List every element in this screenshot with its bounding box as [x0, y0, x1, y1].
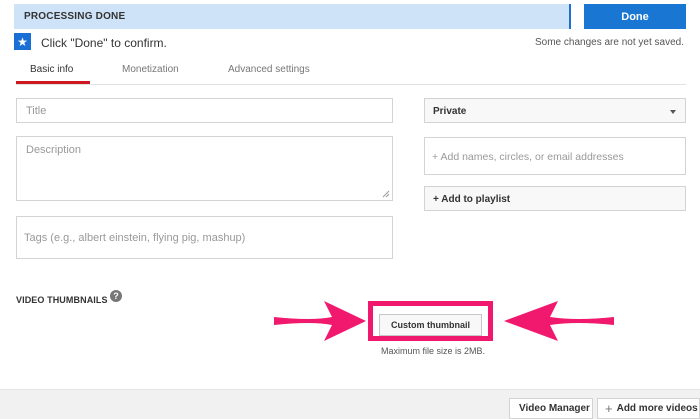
tab-advanced-settings[interactable]: Advanced settings [228, 64, 310, 75]
video-manager-button[interactable]: Video Manager [509, 398, 593, 419]
share-placeholder: + Add names, circles, or email addresses [432, 151, 624, 163]
resize-handle-icon[interactable] [382, 190, 390, 198]
description-placeholder: Description [26, 144, 82, 156]
arrow-right-icon [274, 301, 366, 341]
processing-status-text: PROCESSING DONE [24, 11, 126, 22]
plus-icon: + [605, 401, 613, 416]
star-icon: ★ [14, 33, 31, 50]
help-icon[interactable]: ? [110, 290, 122, 302]
max-file-size-note: Maximum file size is 2MB. [381, 346, 486, 356]
tags-input[interactable]: Tags (e.g., albert einstein, flying pig,… [16, 216, 393, 259]
confirm-message: Click "Done" to confirm. [41, 36, 167, 50]
tab-basic-info[interactable]: Basic info [30, 64, 73, 75]
processing-status-bar: PROCESSING DONE [14, 4, 571, 29]
tags-placeholder: Tags (e.g., albert einstein, flying pig,… [24, 232, 246, 244]
privacy-value: Private [433, 106, 467, 117]
description-textarea[interactable]: Description [16, 136, 393, 201]
video-thumbnails-label: VIDEO THUMBNAILS [16, 295, 108, 305]
done-button[interactable]: Done [584, 4, 686, 29]
privacy-select[interactable]: Private [424, 98, 686, 123]
share-input[interactable]: + Add names, circles, or email addresses [424, 137, 686, 175]
footer-bar [0, 389, 700, 419]
title-input[interactable]: Title [16, 98, 393, 123]
tab-monetization[interactable]: Monetization [122, 64, 179, 75]
add-more-videos-button[interactable]: + Add more videos [597, 398, 700, 419]
add-more-videos-label: Add more videos [616, 403, 698, 414]
add-to-playlist-button[interactable]: + Add to playlist [424, 186, 686, 211]
unsaved-changes-note: Some changes are not yet saved. [535, 37, 684, 48]
title-placeholder: Title [26, 105, 47, 117]
chevron-down-icon [670, 110, 676, 114]
tabs-divider [16, 84, 686, 85]
custom-thumbnail-button[interactable]: Custom thumbnail [379, 314, 482, 336]
arrow-left-icon [504, 301, 614, 341]
